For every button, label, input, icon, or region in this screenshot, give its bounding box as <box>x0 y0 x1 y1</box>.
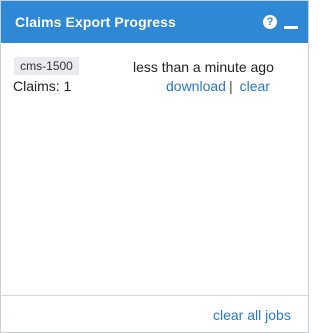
claims-count: Claims: 1 <box>13 78 72 94</box>
help-icon[interactable]: ? <box>263 15 277 29</box>
clear-all-jobs-link[interactable]: clear all jobs <box>213 307 291 323</box>
footer-divider <box>1 295 308 296</box>
job-name-badge: cms-1500 <box>14 57 79 75</box>
panel-header: Claims Export Progress ? <box>1 1 308 43</box>
panel-title: Claims Export Progress <box>15 14 176 30</box>
job-timestamp: less than a minute ago <box>133 59 274 75</box>
minimize-icon[interactable] <box>284 19 298 29</box>
claims-export-panel: Claims Export Progress ? cms-1500 less t… <box>0 0 309 333</box>
action-separator: | <box>228 78 233 94</box>
download-link[interactable]: download <box>166 78 226 94</box>
clear-link[interactable]: clear <box>240 78 270 94</box>
job-actions: download | clear <box>166 78 270 94</box>
